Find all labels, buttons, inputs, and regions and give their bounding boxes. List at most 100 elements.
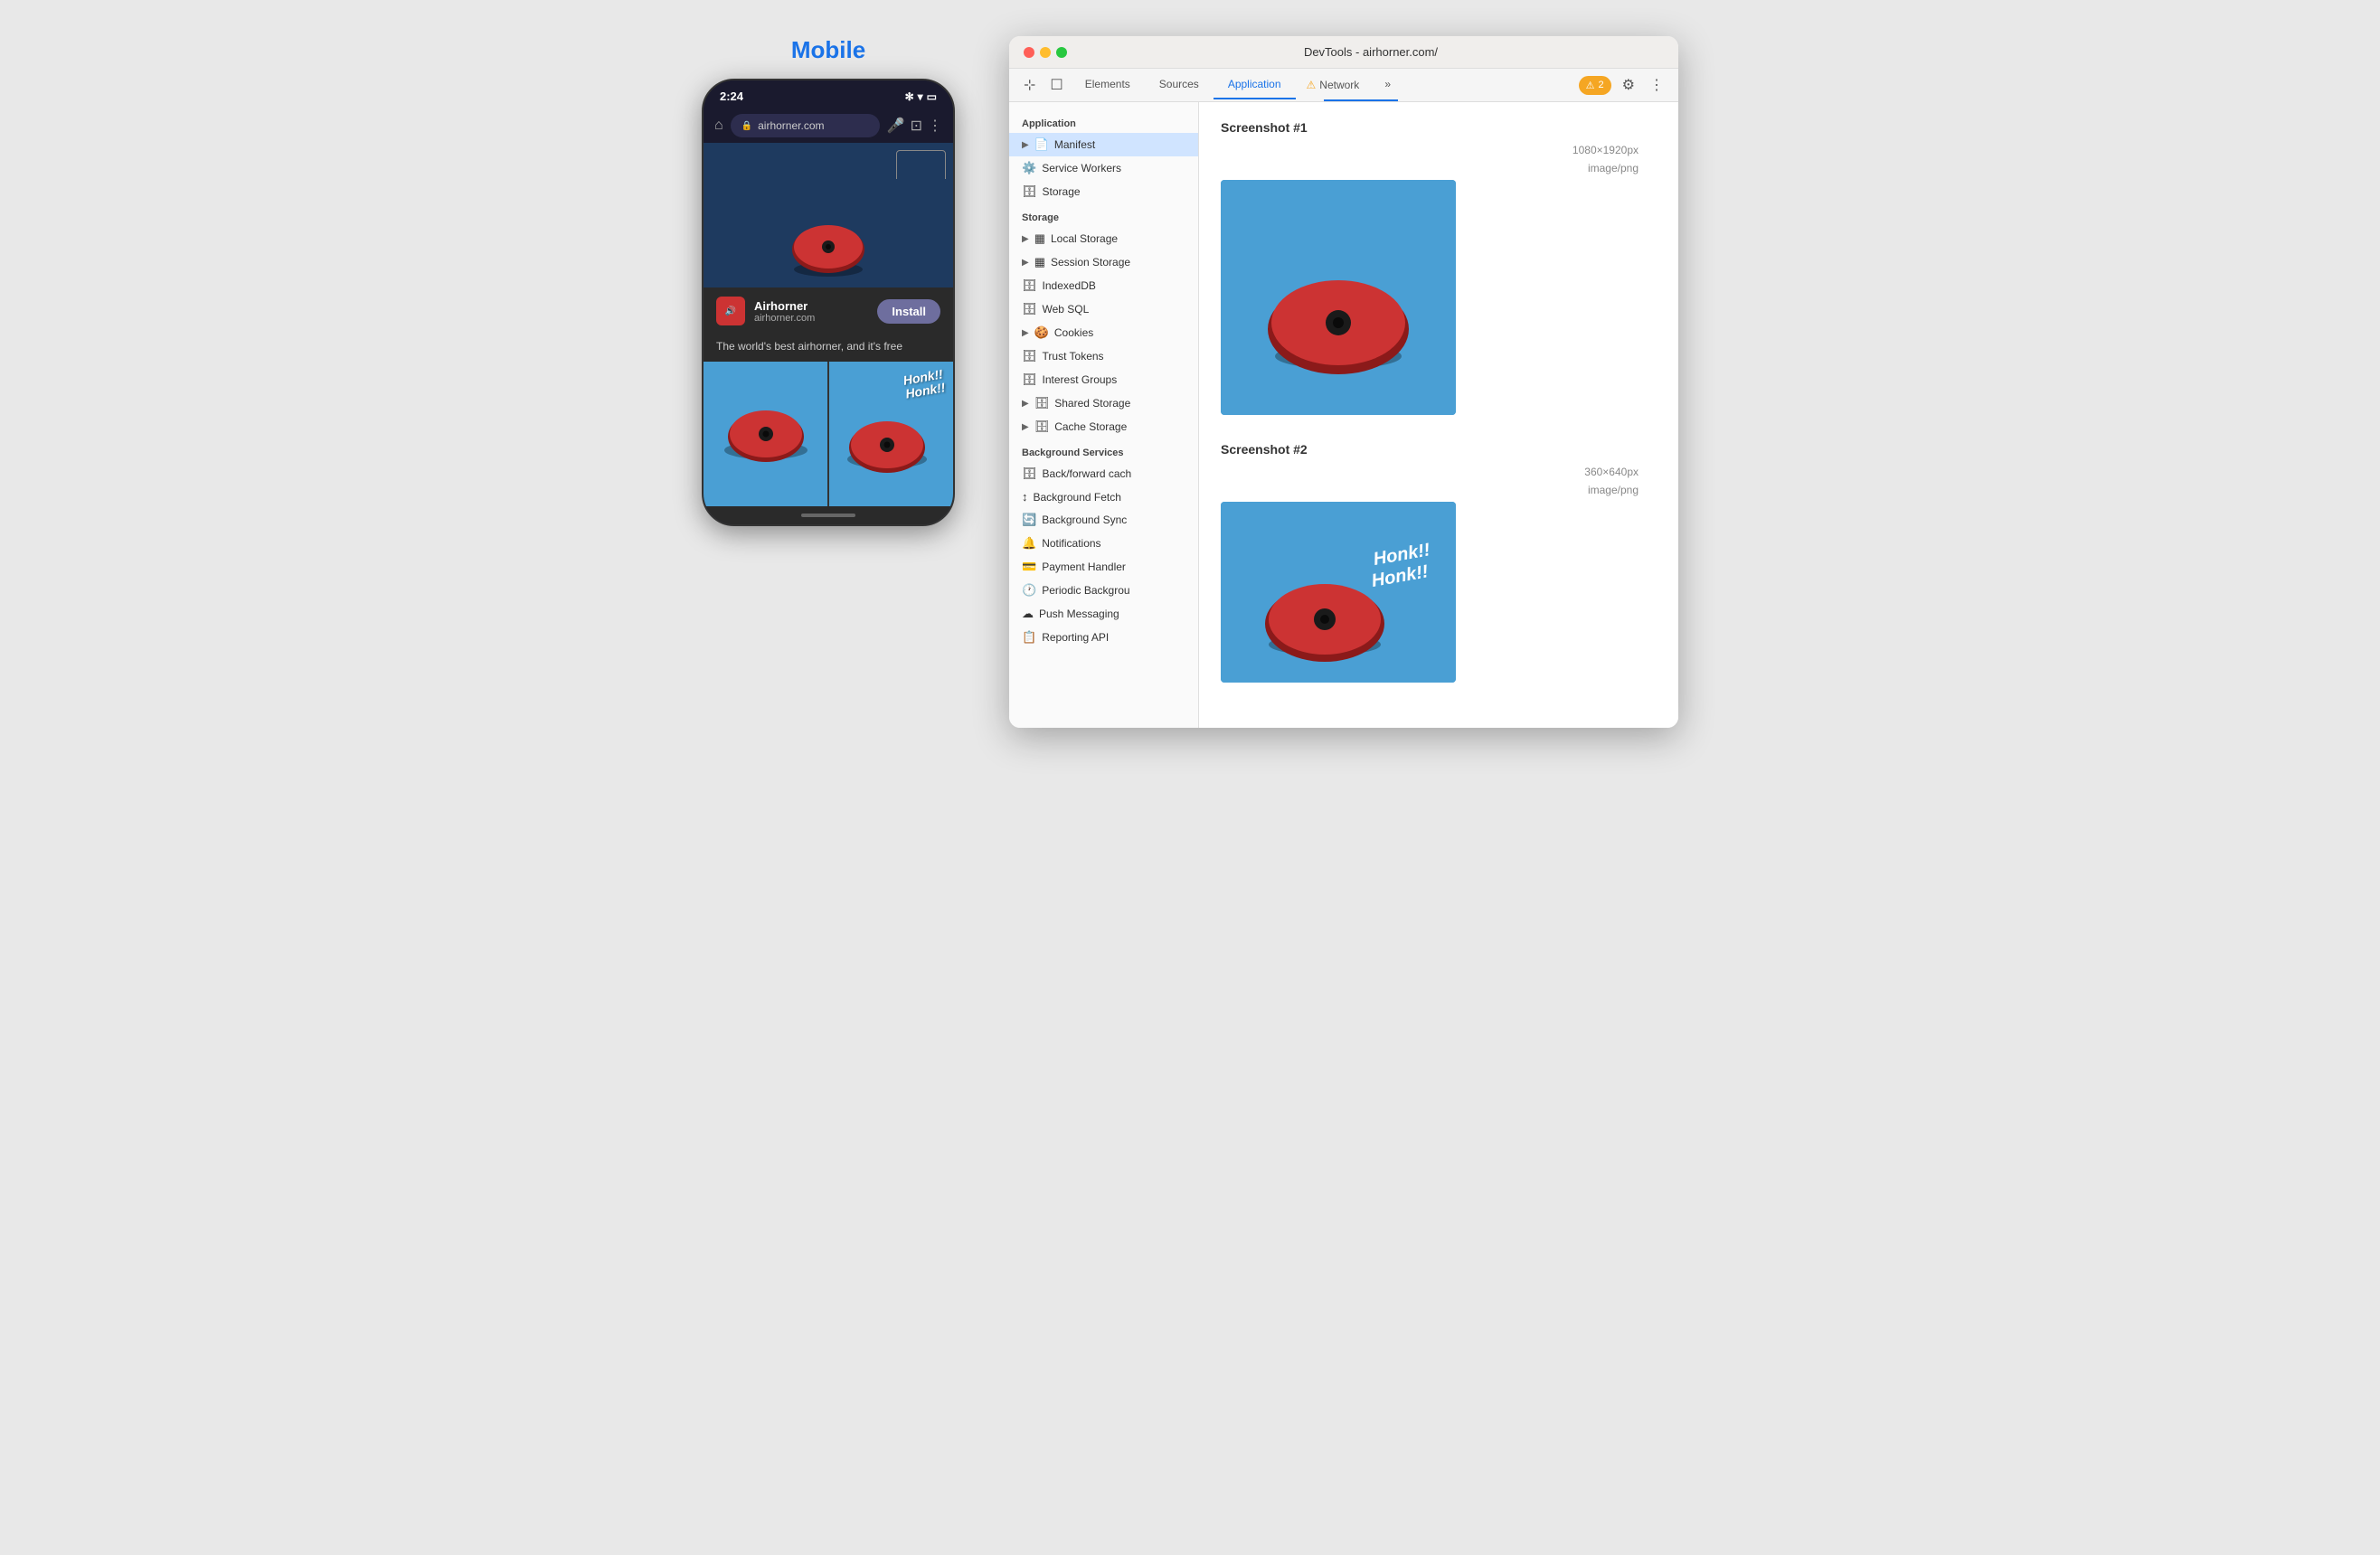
screenshot-section-1: Screenshot #1 1080×1920px image/png (1221, 120, 1657, 415)
phone-main-content: Install (704, 143, 953, 287)
back-forward-icon: 🗄 (1022, 466, 1037, 481)
sidebar-item-notifications[interactable]: 🔔 Notifications (1009, 532, 1198, 555)
sidebar-item-session-storage[interactable]: ▶ ▦ Session Storage (1009, 250, 1198, 274)
airhorner-background (704, 179, 953, 287)
indexeddb-icon: 🗄 (1022, 278, 1037, 293)
trust-tokens-icon: 🗄 (1022, 349, 1037, 363)
bluetooth-icon: ✻ (905, 90, 914, 103)
sidebar-section-storage: Storage (1009, 203, 1198, 227)
home-icon[interactable]: ⌂ (714, 118, 723, 134)
session-storage-icon: ▦ (1034, 255, 1045, 269)
screenshot-title-2: Screenshot #2 (1221, 442, 1657, 457)
horn-svg-top (788, 215, 869, 278)
tab-elements[interactable]: Elements (1071, 71, 1145, 99)
phone-bottom-bar (704, 506, 953, 524)
tab-sources[interactable]: Sources (1145, 71, 1214, 99)
sidebar-item-web-sql[interactable]: 🗄 Web SQL (1009, 297, 1198, 321)
mobile-label: Mobile (791, 36, 865, 64)
sidebar-item-service-workers[interactable]: ⚙️ Service Workers (1009, 156, 1198, 180)
tab-network[interactable]: ⚠ Network (1296, 73, 1371, 97)
warning-triangle-icon: ⚠ (1586, 80, 1595, 91)
sidebar-section-application: Application (1009, 109, 1198, 133)
app-domain: airhorner.com (754, 313, 868, 324)
screenshot-dimensions-1: 1080×1920px (1221, 144, 1657, 156)
sidebar-item-periodic-background[interactable]: 🕐 Periodic Backgrou (1009, 579, 1198, 602)
devtools-title: DevTools - airhorner.com/ (1078, 45, 1664, 59)
tab-application[interactable]: Application (1214, 71, 1296, 99)
sidebar-section-background: Background Services (1009, 438, 1198, 462)
interest-groups-icon: 🗄 (1022, 372, 1037, 387)
lock-icon: 🔒 (741, 121, 752, 131)
phone-address-input[interactable]: 🔒 airhorner.com (731, 114, 880, 137)
sidebar-label-service-workers: Service Workers (1042, 162, 1121, 174)
install-banner: 🔊 Airhorner airhorner.com Install (704, 287, 953, 335)
background-fetch-icon: ↕ (1022, 490, 1028, 504)
background-sync-icon: 🔄 (1022, 513, 1036, 527)
sidebar-item-cookies[interactable]: ▶ 🍪 Cookies (1009, 321, 1198, 344)
cursor-icon[interactable]: ⊹ (1016, 69, 1043, 101)
sidebar-item-background-fetch[interactable]: ↕ Background Fetch (1009, 485, 1198, 508)
sidebar-item-interest-groups[interactable]: 🗄 Interest Groups (1009, 368, 1198, 391)
devtools-titlebar: DevTools - airhorner.com/ (1009, 36, 1678, 69)
screenshot-preview-2: Honk!! Honk!! (1221, 502, 1456, 683)
sidebar-item-shared-storage[interactable]: ▶ 🗄 Shared Storage (1009, 391, 1198, 415)
storage-icon: 🗄 (1022, 184, 1037, 199)
device-icon[interactable]: ☐ (1043, 69, 1070, 101)
notifications-icon: 🔔 (1022, 536, 1036, 551)
sidebar-label-cookies: Cookies (1054, 326, 1093, 339)
sidebar-item-trust-tokens[interactable]: 🗄 Trust Tokens (1009, 344, 1198, 368)
sidebar-label-storage: Storage (1043, 185, 1081, 198)
more-options-icon[interactable]: ⋮ (1642, 69, 1671, 101)
sidebar-item-cache-storage[interactable]: ▶ 🗄 Cache Storage (1009, 415, 1198, 438)
phone-time: 2:24 (720, 90, 743, 103)
close-button[interactable] (1024, 47, 1034, 58)
sidebar-item-push-messaging[interactable]: ☁ Push Messaging (1009, 602, 1198, 626)
settings-icon[interactable]: ⚙ (1615, 69, 1642, 101)
sidebar-item-payment-handler[interactable]: 💳 Payment Handler (1009, 555, 1198, 579)
airhorner-graphic-top (788, 215, 869, 278)
app-info: Airhorner airhorner.com (754, 299, 868, 324)
warning-icon: ⚠ (1307, 79, 1317, 91)
maximize-button[interactable] (1056, 47, 1067, 58)
mic-icon[interactable]: 🎤 (887, 117, 905, 135)
sidebar-item-reporting-api[interactable]: 📋 Reporting API (1009, 626, 1198, 649)
screenshot1-preview-svg (1221, 180, 1456, 415)
screenshot-section-2: Screenshot #2 360×640px image/png (1221, 442, 1657, 683)
web-sql-icon: 🗄 (1022, 302, 1037, 316)
warning-count: 2 (1599, 80, 1604, 90)
minimize-button[interactable] (1040, 47, 1051, 58)
devtools-tabs: ⊹ ☐ Elements Sources Application ⚠ Netwo… (1009, 69, 1678, 102)
phone-screenshot-2: Honk!!Honk!! (827, 362, 953, 506)
install-button-banner[interactable]: Install (877, 299, 940, 324)
screenshot-dimensions-2: 360×640px (1221, 466, 1657, 478)
sidebar-item-back-forward[interactable]: 🗄 Back/forward cach (1009, 462, 1198, 485)
arrow-icon: ▶ (1022, 140, 1029, 150)
sidebar-item-storage[interactable]: 🗄 Storage (1009, 180, 1198, 203)
more-icon[interactable]: ⋮ (928, 117, 942, 135)
app-icon: 🔊 (716, 297, 745, 325)
sidebar-label-background-sync: Background Sync (1042, 514, 1127, 526)
phone-status-bar: 2:24 ✻ ▾ ▭ (704, 80, 953, 108)
tab-icon[interactable]: ⊡ (911, 117, 922, 135)
phone-status-icons: ✻ ▾ ▭ (905, 90, 937, 103)
sidebar-item-manifest[interactable]: ▶ 📄 Manifest (1009, 133, 1198, 156)
devtools-window: DevTools - airhorner.com/ ⊹ ☐ Elements S… (1009, 36, 1678, 728)
sidebar-label-manifest: Manifest (1054, 138, 1095, 151)
devtools-body: Application ▶ 📄 Manifest ⚙️ Service Work… (1009, 102, 1678, 728)
sidebar-label-push-messaging: Push Messaging (1039, 608, 1119, 620)
sidebar-item-local-storage[interactable]: ▶ ▦ Local Storage (1009, 227, 1198, 250)
warning-count-badge[interactable]: ⚠ 2 (1579, 76, 1611, 95)
phone-address-icons: 🎤 ⊡ ⋮ (887, 117, 942, 135)
phone-url: airhorner.com (758, 119, 824, 132)
devtools-main-content: Screenshot #1 1080×1920px image/png (1199, 102, 1678, 728)
sidebar-label-local-storage: Local Storage (1051, 232, 1118, 245)
sidebar-label-trust-tokens: Trust Tokens (1043, 350, 1104, 363)
screenshot2-preview-svg: Honk!! Honk!! (1221, 502, 1456, 683)
phone-frame: 2:24 ✻ ▾ ▭ ⌂ 🔒 airhorner.com 🎤 ⊡ ⋮ Insta… (702, 79, 955, 526)
tab-more-tabs[interactable]: » (1370, 71, 1405, 99)
sidebar-label-indexeddb: IndexedDB (1043, 279, 1096, 292)
screenshot-type-2: image/png (1221, 484, 1657, 496)
sidebar-item-background-sync[interactable]: 🔄 Background Sync (1009, 508, 1198, 532)
app-icon-inner: 🔊 (725, 306, 736, 316)
sidebar-item-indexeddb[interactable]: 🗄 IndexedDB (1009, 274, 1198, 297)
